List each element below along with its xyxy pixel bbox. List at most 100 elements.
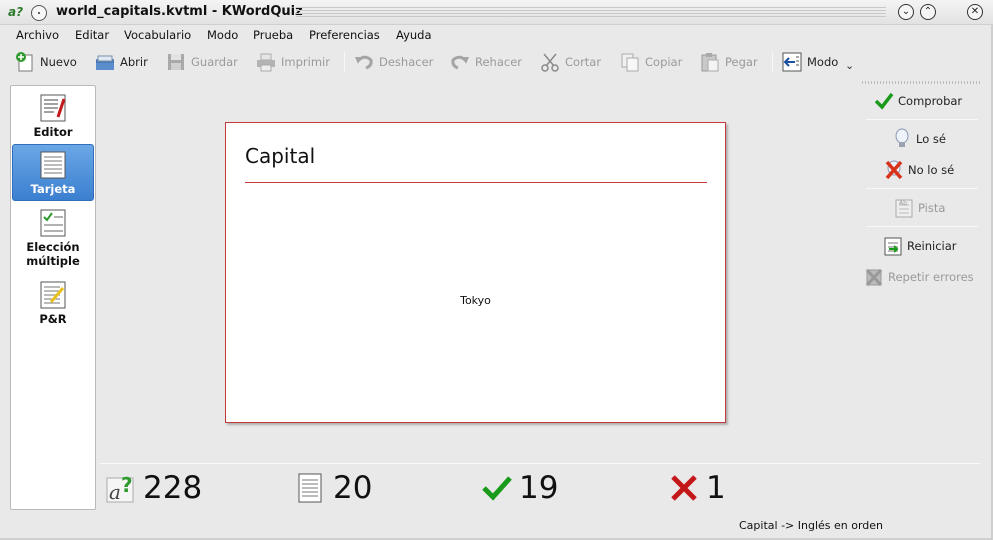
paste-label: Pegar <box>725 55 758 69</box>
repeat-errors-button[interactable]: Repetir errores <box>864 266 974 288</box>
menu-ayuda[interactable]: Ayuda <box>396 28 432 42</box>
main-toolbar: Nuevo Abrir Guardar Imprimir Deshacer Re… <box>0 45 993 78</box>
score-errors: 1 <box>668 470 726 506</box>
cut-button[interactable]: Cortar <box>539 49 601 75</box>
menu-modo[interactable]: Modo <box>207 28 238 42</box>
menu-prueba[interactable]: Prueba <box>253 28 293 42</box>
window-titlebar: a? world_capitals.kvtml - KWordQuiz ⌄ ⌃ … <box>0 0 993 25</box>
repeat-errors-label: Repetir errores <box>888 270 974 284</box>
action-separator <box>866 188 978 189</box>
mode-editor[interactable]: Editor <box>12 90 94 144</box>
cross-icon <box>668 472 700 504</box>
flashcard-icon <box>39 150 67 180</box>
print-button[interactable]: Imprimir <box>255 49 330 75</box>
toolbar-separator <box>772 52 773 72</box>
window-menu-button[interactable] <box>31 5 47 21</box>
know-button[interactable]: Lo sé <box>892 128 946 150</box>
restart-label: Reiniciar <box>907 239 957 253</box>
hint-button[interactable]: Ab Pista <box>894 197 945 219</box>
undo-button[interactable]: Deshacer <box>353 49 433 75</box>
printer-icon <box>255 51 277 73</box>
know-label: Lo sé <box>916 132 946 146</box>
open-label: Abrir <box>120 55 148 69</box>
score-questions-value: 20 <box>333 470 373 506</box>
paste-icon <box>699 51 721 73</box>
question-answer-icon <box>39 280 67 310</box>
save-button[interactable]: Guardar <box>165 49 238 75</box>
score-correct-value: 19 <box>519 470 559 506</box>
open-button[interactable]: Abrir <box>94 49 148 75</box>
hint-icon: Ab <box>894 197 914 219</box>
menu-preferencias[interactable]: Preferencias <box>309 28 380 42</box>
kwordquiz-icon: a? <box>105 472 137 504</box>
paste-button[interactable]: Pegar <box>699 49 758 75</box>
check-label: Comprobar <box>898 94 963 108</box>
dont-know-button[interactable]: No lo sé <box>884 159 954 181</box>
score-separator <box>100 463 980 464</box>
card-divider <box>245 182 707 183</box>
mode-button[interactable]: Modo <box>781 49 838 75</box>
new-button[interactable]: Nuevo <box>14 49 77 75</box>
mode-tarjeta[interactable]: Tarjeta <box>12 144 94 201</box>
restart-icon <box>883 235 903 257</box>
undo-icon <box>353 51 375 73</box>
maximize-button[interactable]: ⌃ <box>920 4 936 20</box>
menu-editar[interactable]: Editar <box>75 28 109 42</box>
undo-label: Deshacer <box>379 55 434 69</box>
restart-button[interactable]: Reiniciar <box>883 235 957 257</box>
minimize-button[interactable]: ⌄ <box>898 4 914 20</box>
copy-button[interactable]: Copiar <box>619 49 682 75</box>
action-separator <box>866 119 978 120</box>
mode-label: Modo <box>807 55 839 69</box>
titlebar-grip <box>296 7 886 18</box>
card-word: Tokyo <box>460 294 491 307</box>
toolbar-separator <box>344 52 345 72</box>
flashcard[interactable]: Capital Tokyo <box>225 122 726 423</box>
redo-label: Rehacer <box>475 55 523 69</box>
print-label: Imprimir <box>281 55 330 69</box>
copy-icon <box>619 51 641 73</box>
svg-text:a: a <box>109 480 121 504</box>
new-document-icon <box>14 51 36 73</box>
cut-label: Cortar <box>565 55 602 69</box>
score-questions: 20 <box>295 470 372 506</box>
cross-bulb-icon <box>884 159 904 181</box>
check-button[interactable]: Comprobar <box>874 90 962 112</box>
kwordquiz-icon: a? <box>8 5 24 19</box>
eleccion-label-2: múltiple <box>26 254 80 268</box>
redo-button[interactable]: Rehacer <box>449 49 522 75</box>
question-list-icon <box>295 472 327 504</box>
score-errors-value: 1 <box>706 470 726 506</box>
action-separator <box>866 226 978 227</box>
status-direction: Capital -> Inglés en orden <box>739 519 884 532</box>
window-title: world_capitals.kvtml - KWordQuiz <box>56 4 303 19</box>
mode-sidebar: Editor Tarjeta Elección múltiple P&R <box>10 85 96 510</box>
new-label: Nuevo <box>40 55 77 69</box>
redo-icon <box>449 51 471 73</box>
chevron-down-icon[interactable]: ⌄ <box>845 59 854 72</box>
score-total-value: 228 <box>143 470 203 506</box>
open-folder-icon <box>94 51 116 73</box>
repeat-errors-icon <box>864 266 884 288</box>
multiple-choice-icon <box>39 208 67 238</box>
score-total: a? 228 <box>105 470 202 506</box>
tarjeta-label: Tarjeta <box>30 182 76 196</box>
menu-vocabulario[interactable]: Vocabulario <box>124 28 191 42</box>
eleccion-label-1: Elección <box>26 240 80 254</box>
menubar: Archivo Editar Vocabulario Modo Prueba P… <box>0 25 993 45</box>
close-button[interactable]: ✕ <box>967 4 983 20</box>
save-icon <box>165 51 187 73</box>
menu-archivo[interactable]: Archivo <box>16 28 59 42</box>
svg-text:?: ? <box>121 473 133 497</box>
copy-label: Copiar <box>645 55 683 69</box>
mode-eleccion-multiple[interactable]: Elección múltiple <box>12 206 94 276</box>
editor-icon <box>39 93 67 123</box>
editor-label: Editor <box>33 125 73 139</box>
svg-text:Ab: Ab <box>899 200 907 207</box>
mode-pyr[interactable]: P&R <box>12 278 94 334</box>
save-label: Guardar <box>191 55 238 69</box>
pyr-label: P&R <box>39 312 67 326</box>
score-correct: 19 <box>481 470 558 506</box>
dont-know-label: No lo sé <box>908 163 955 177</box>
card-title: Capital <box>245 144 316 168</box>
